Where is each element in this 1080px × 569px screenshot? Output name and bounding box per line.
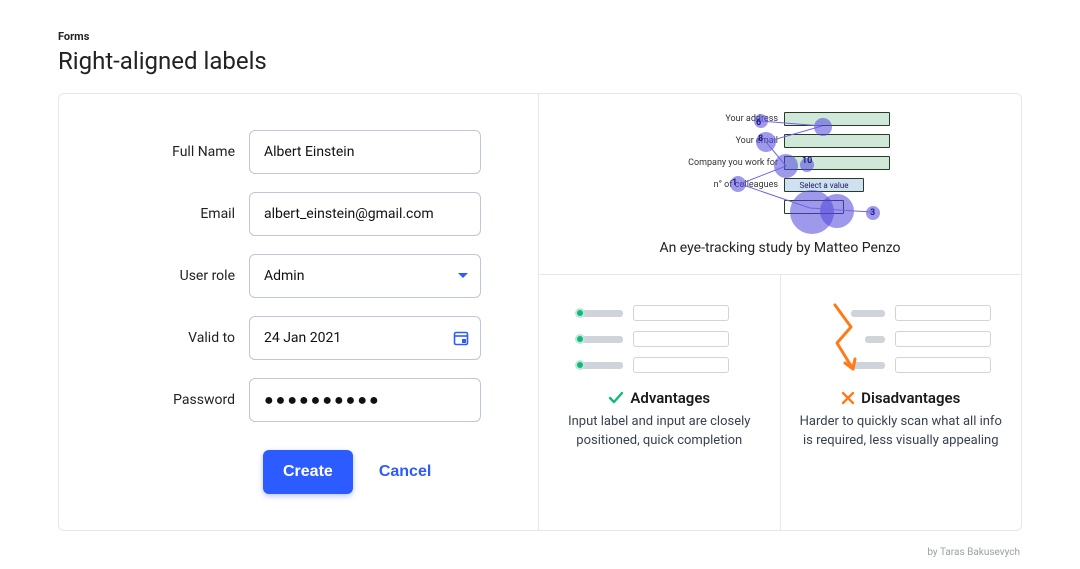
- credit-line: by Taras Bakusevych: [58, 547, 1022, 558]
- eye-tracking-figure: Your address Your email Company you work…: [539, 94, 1021, 275]
- password-label: Password: [99, 392, 249, 408]
- section-kicker: Forms: [58, 30, 1022, 43]
- disadvantages-schematic: [811, 297, 991, 375]
- study-input: [784, 112, 890, 126]
- study-label: Company you work for: [670, 158, 784, 168]
- check-icon: [608, 390, 624, 406]
- valid-to-value: 24 Jan 2021: [264, 330, 341, 346]
- form-panel: Full Name Albert Einstein Email albert_e…: [59, 94, 539, 530]
- valid-to-field[interactable]: 24 Jan 2021: [249, 316, 481, 360]
- disadvantages-card: Disadvantages Harder to quickly scan wha…: [780, 275, 1022, 530]
- email-field[interactable]: albert_einstein@gmail.com: [249, 192, 481, 236]
- study-label: Your address: [700, 114, 784, 124]
- calendar-icon: [453, 330, 469, 346]
- valid-to-label: Valid to: [99, 330, 249, 346]
- study-input-select: Select a value: [784, 178, 864, 192]
- page-title: Right-aligned labels: [58, 47, 1022, 75]
- full-name-field[interactable]: Albert Einstein: [249, 130, 481, 174]
- advantages-card: Advantages Input label and input are clo…: [539, 275, 780, 530]
- study-input: [784, 134, 890, 148]
- content-panel: Full Name Albert Einstein Email albert_e…: [58, 93, 1022, 531]
- advantages-body: Input label and input are closely positi…: [557, 413, 762, 451]
- advantages-heading: Advantages: [630, 389, 710, 407]
- user-role-label: User role: [99, 268, 249, 284]
- create-button[interactable]: Create: [263, 450, 353, 494]
- full-name-value: Albert Einstein: [264, 144, 354, 160]
- disadvantages-body: Harder to quickly scan what all info is …: [799, 413, 1004, 451]
- password-value-masked: ●●●●●●●●●●: [264, 390, 381, 410]
- cancel-button[interactable]: Cancel: [379, 463, 431, 481]
- email-label: Email: [99, 206, 249, 222]
- user-role-value: Admin: [264, 268, 304, 284]
- zigzag-arrow-icon: [831, 303, 857, 377]
- chevron-down-icon: [457, 270, 469, 282]
- cross-icon: [841, 391, 855, 405]
- password-field[interactable]: ●●●●●●●●●●: [249, 378, 481, 422]
- email-value: albert_einstein@gmail.com: [264, 206, 434, 222]
- advantages-schematic: [569, 297, 749, 375]
- full-name-label: Full Name: [99, 144, 249, 160]
- eye-tracking-caption: An eye-tracking study by Matteo Penzo: [559, 240, 1001, 256]
- disadvantages-heading: Disadvantages: [861, 389, 960, 407]
- user-role-select[interactable]: Admin: [249, 254, 481, 298]
